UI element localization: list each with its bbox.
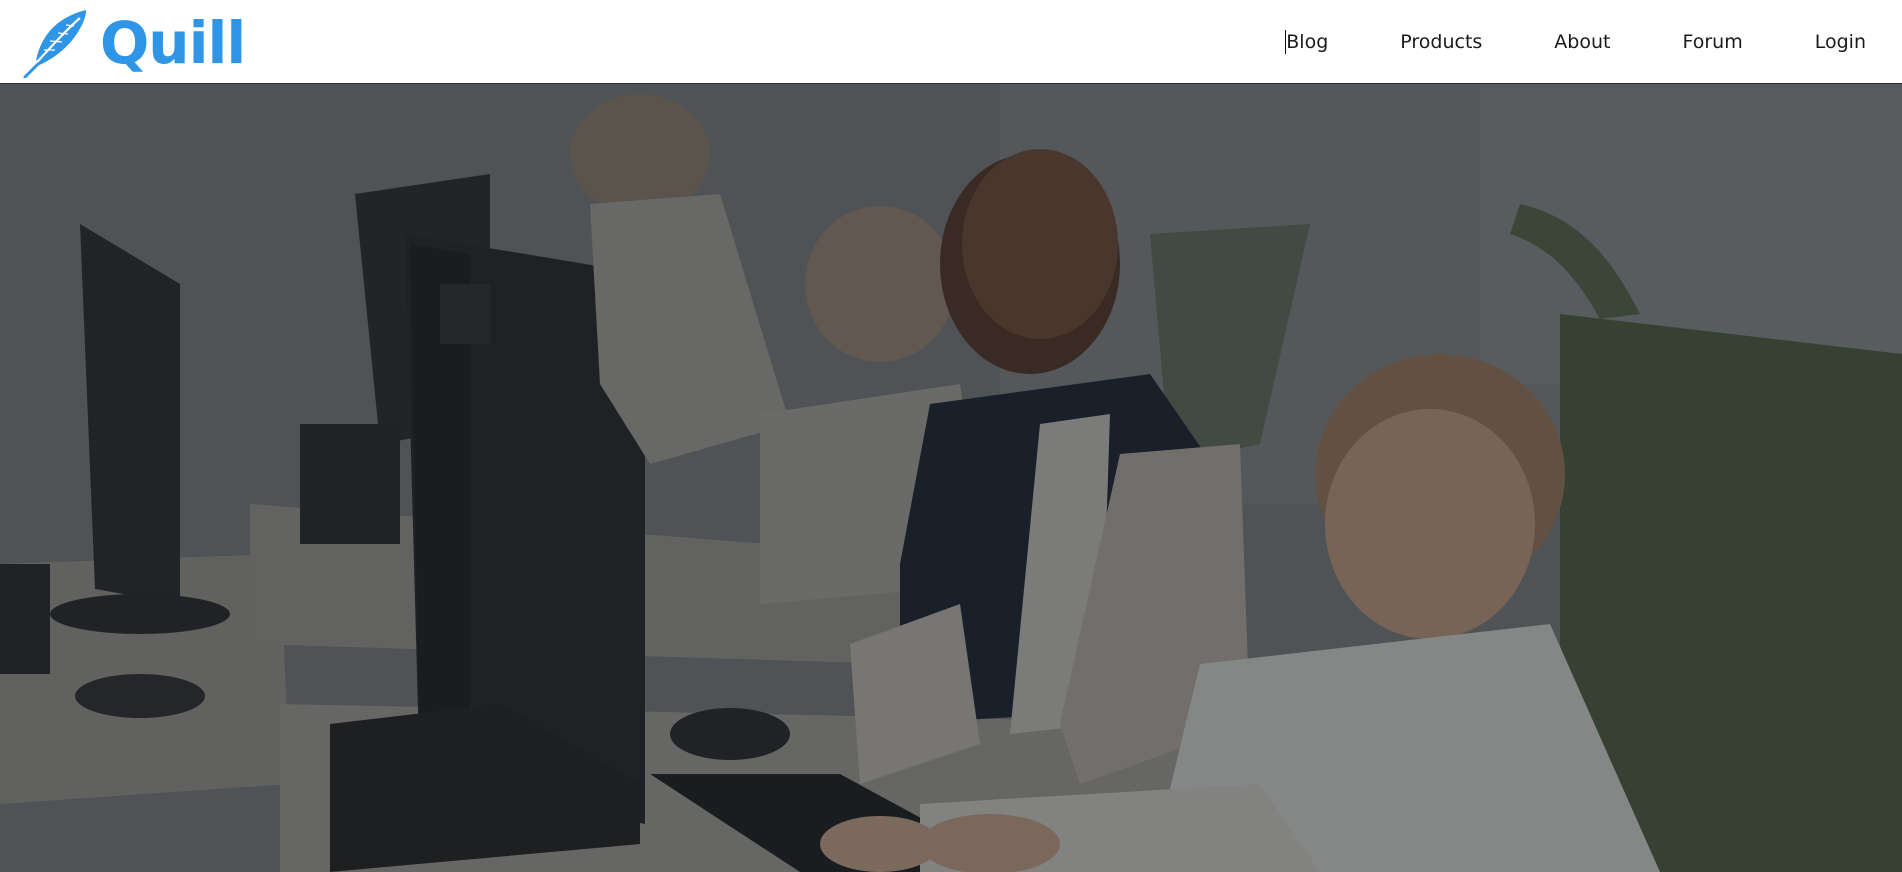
nav-link-blog[interactable]: Blog [1250, 0, 1364, 84]
nav-link-about[interactable]: About [1518, 0, 1646, 84]
logo-link[interactable]: Quill [22, 8, 246, 78]
nav-link-login[interactable]: Login [1779, 0, 1866, 84]
site-header: Quill Blog Products About Forum Login [0, 0, 1902, 84]
brand-name: Quill [100, 9, 246, 77]
page: Quill Blog Products About Forum Login [0, 0, 1902, 872]
main-nav: Blog Products About Forum Login [1250, 0, 1866, 84]
nav-link-products[interactable]: Products [1364, 0, 1518, 84]
feather-icon [23, 10, 86, 78]
hero-overlay [0, 84, 1902, 872]
nav-link-forum[interactable]: Forum [1646, 0, 1778, 84]
hero-banner [0, 84, 1902, 872]
